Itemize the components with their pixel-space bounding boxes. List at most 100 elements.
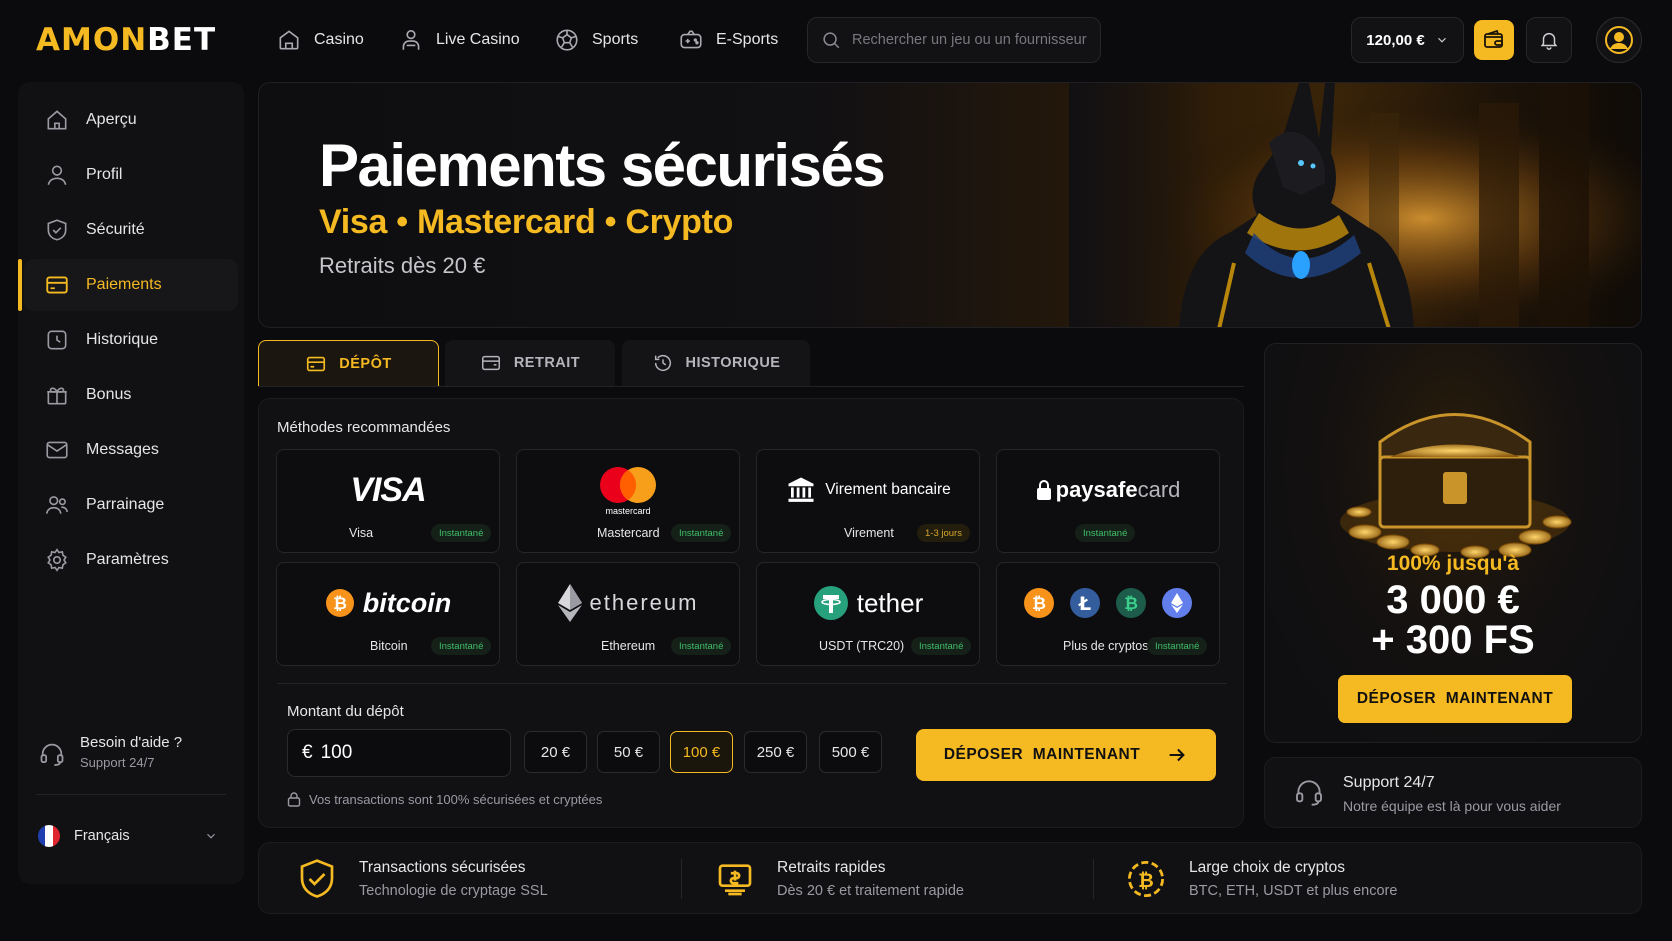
sidebar-item-parrainage[interactable]: Parrainage bbox=[24, 479, 238, 531]
deposit-amount-field[interactable]: € 100 bbox=[287, 729, 511, 777]
help-title: Besoin d'aide ? bbox=[80, 734, 183, 751]
balance-dropdown[interactable]: 120,00 € bbox=[1351, 17, 1464, 63]
brand-logo[interactable]: AMONBET bbox=[36, 22, 216, 58]
language-selector[interactable]: Français bbox=[38, 816, 228, 856]
bitcoin-logo: ₿ bitcoin bbox=[277, 577, 499, 629]
deposit-button-label: DÉPOSER MAINTENANT bbox=[943, 746, 1141, 763]
tab-retrait[interactable]: RETRAIT bbox=[445, 340, 615, 386]
paysafecard-logo-text: paysafe bbox=[1055, 477, 1138, 502]
quick-amount-button[interactable]: 50 € bbox=[597, 731, 660, 773]
mastercard-logo: mastercard bbox=[517, 464, 739, 516]
nav-casino[interactable]: Casino bbox=[276, 22, 364, 58]
sidebar-item-securite[interactable]: Sécurité bbox=[24, 204, 238, 256]
nav-live-casino[interactable]: Live Casino bbox=[398, 22, 520, 58]
user-avatar-button[interactable] bbox=[1596, 17, 1642, 63]
promo-line1: 100% jusqu'à bbox=[1386, 552, 1520, 575]
sidebar-item-profil[interactable]: Profil bbox=[24, 149, 238, 201]
method-label: USDT (TRC20) bbox=[819, 639, 905, 653]
feature-title: Large choix de cryptos bbox=[1189, 859, 1345, 876]
feature-subtitle: Technologie de cryptage SSL bbox=[359, 883, 548, 899]
search-input[interactable] bbox=[852, 32, 1092, 48]
nav-esports[interactable]: E-Sports bbox=[678, 22, 778, 58]
tab-label: DÉPÔT bbox=[339, 355, 392, 372]
status-badge: 1-3 jours bbox=[917, 524, 970, 542]
promo-amount: 3 000 € bbox=[1386, 578, 1520, 622]
france-flag-icon bbox=[38, 825, 60, 847]
quick-amount-button[interactable]: 20 € bbox=[524, 731, 587, 773]
method-label: Mastercard bbox=[597, 526, 660, 540]
features-bar: Transactions sécurisées Technologie de cr… bbox=[258, 842, 1642, 914]
method-label: Virement bbox=[844, 526, 894, 540]
sidebar-item-messages[interactable]: Messages bbox=[24, 424, 238, 476]
bitcoin-icon: ₿ bbox=[325, 588, 355, 618]
method-card-paysafecard[interactable]: paysafecard Instantané bbox=[996, 449, 1220, 553]
feature-subtitle: Dès 20 € et traitement rapide bbox=[777, 883, 964, 899]
method-card-more-cryptos[interactable]: ₿ Ł ₿ Plus de cryptos Instantané bbox=[996, 562, 1220, 666]
search-box bbox=[807, 17, 1101, 63]
sidebar-item-paiements[interactable]: Paiements bbox=[18, 259, 238, 311]
tether-logo-text: tether bbox=[856, 587, 924, 618]
hero-banner: Paiements sécurisés Visa • Mastercard • … bbox=[258, 82, 1642, 328]
history-icon bbox=[44, 327, 70, 353]
bank-logo: Virement bancaire bbox=[757, 464, 979, 516]
method-card-virement[interactable]: Virement bancaire Virement 1-3 jours bbox=[756, 449, 980, 553]
paysafecard-logo-text-light: card bbox=[1137, 477, 1181, 502]
divider bbox=[681, 859, 682, 899]
sidebar-item-bonus[interactable]: Bonus bbox=[24, 369, 238, 421]
tab-depot[interactable]: DÉPÔT bbox=[258, 340, 439, 386]
method-card-mastercard[interactable]: mastercard Mastercard Instantané bbox=[516, 449, 740, 553]
tab-historique[interactable]: HISTORIQUE bbox=[622, 340, 810, 386]
promo-deposit-button[interactable]: DÉPOSER MAINTENANT bbox=[1338, 675, 1572, 723]
shield-check-icon bbox=[297, 857, 337, 901]
method-card-visa[interactable]: VISA Visa Instantané bbox=[276, 449, 500, 553]
active-indicator bbox=[18, 259, 22, 311]
ethereum-logo-text: ethereum bbox=[589, 590, 699, 615]
credit-card-icon bbox=[305, 353, 327, 375]
method-card-ethereum[interactable]: ethereum Ethereum Instantané bbox=[516, 562, 740, 666]
sidebar-item-label: Paramètres bbox=[86, 551, 169, 568]
users-icon bbox=[44, 492, 70, 518]
nav-sports[interactable]: Sports bbox=[554, 22, 638, 58]
sidebar-item-apercu[interactable]: Aperçu bbox=[24, 94, 238, 146]
help-link[interactable]: Besoin d'aide ? Support 24/7 bbox=[38, 734, 182, 770]
method-card-bitcoin[interactable]: ₿ bitcoin Bitcoin Instantané bbox=[276, 562, 500, 666]
currency-symbol: € bbox=[302, 742, 313, 763]
chevron-down-icon bbox=[1435, 33, 1449, 47]
headset-icon bbox=[38, 740, 66, 768]
method-card-tether[interactable]: tether USDT (TRC20) Instantané bbox=[756, 562, 980, 666]
hero-withdrawal-note: Retraits dès 20 € bbox=[319, 253, 486, 278]
method-label: Ethereum bbox=[601, 639, 656, 653]
help-subtitle: Support 24/7 bbox=[80, 755, 155, 770]
quick-amount-button-selected[interactable]: 100 € bbox=[670, 731, 733, 773]
headset-icon bbox=[1293, 776, 1325, 808]
brand-logo-part2: BET bbox=[147, 22, 217, 58]
support-card[interactable]: Support 24/7 Notre équipe est là pour vo… bbox=[1264, 757, 1642, 828]
method-label: Visa bbox=[349, 526, 374, 540]
bitcoin-icon: ₿ bbox=[1023, 587, 1055, 619]
top-bar: AMONBET Casino Live Casino Sports E-Spor… bbox=[0, 0, 1672, 80]
nav-sports-label: Sports bbox=[592, 31, 639, 48]
litecoin-icon: Ł bbox=[1069, 587, 1101, 619]
arrow-right-icon bbox=[1166, 744, 1188, 766]
brand-logo-part1: AMON bbox=[36, 22, 148, 58]
sidebar-item-label: Paiements bbox=[86, 276, 162, 293]
method-label: Plus de cryptos bbox=[1063, 639, 1149, 653]
wallet-button[interactable] bbox=[1474, 20, 1514, 60]
treasure-chest-illustration bbox=[1340, 413, 1572, 559]
deposit-amount-value[interactable]: 100 bbox=[321, 742, 353, 764]
tab-divider bbox=[258, 386, 1244, 387]
feature-fast-withdrawals: Retraits rapides Dès 20 € et traitement r… bbox=[715, 843, 964, 915]
bitcoin-circle-icon: ₿ bbox=[1125, 858, 1167, 900]
bitcoin-logo-text: bitcoin bbox=[362, 587, 452, 618]
deposit-now-button[interactable]: DÉPOSER MAINTENANT bbox=[916, 729, 1216, 781]
sidebar-item-parametres[interactable]: Paramètres bbox=[24, 534, 238, 586]
notifications-button[interactable] bbox=[1526, 17, 1572, 63]
bitcoin-cash-icon: ₿ bbox=[1115, 587, 1147, 619]
sidebar-item-historique[interactable]: Historique bbox=[24, 314, 238, 366]
quick-amount-button[interactable]: 250 € bbox=[744, 731, 807, 773]
quick-amount-button[interactable]: 500 € bbox=[819, 731, 882, 773]
history-icon bbox=[652, 352, 674, 374]
chevron-down-icon bbox=[204, 829, 218, 843]
sidebar-item-label: Historique bbox=[86, 331, 159, 348]
sidebar-item-label: Profil bbox=[86, 166, 123, 183]
